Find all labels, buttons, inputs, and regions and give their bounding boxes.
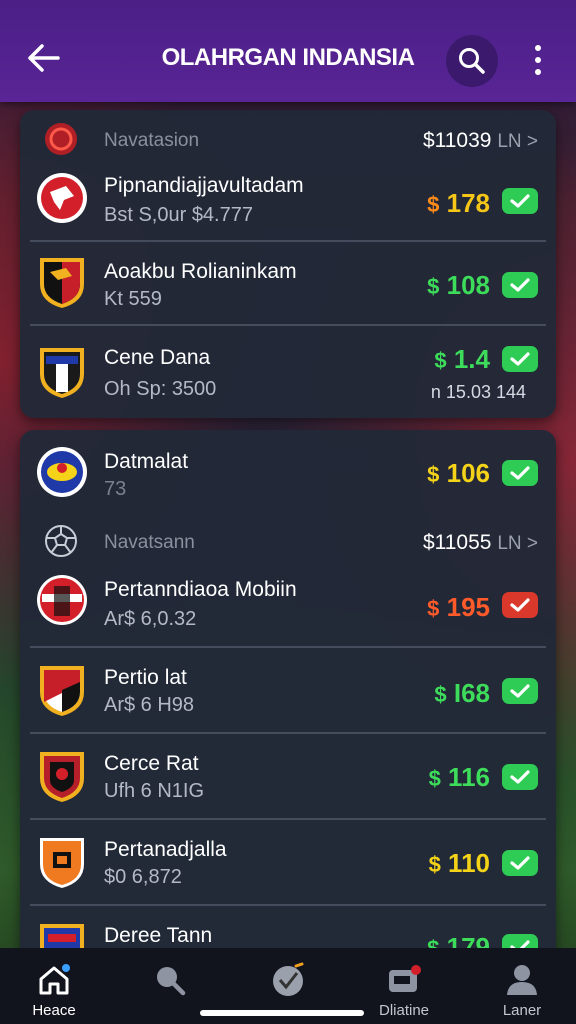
team-name: Pertanndiaoa Mobiin [104, 578, 297, 601]
more-dot-icon [535, 57, 541, 63]
home-indicator[interactable] [200, 1010, 364, 1016]
team-crest-icon [40, 258, 84, 308]
check-icon [510, 684, 530, 698]
nav-search[interactable] [130, 948, 210, 1024]
check-badge[interactable] [502, 188, 538, 214]
check-icon [510, 352, 530, 366]
nav-label: Dliatine [378, 1002, 430, 1019]
match-row[interactable]: Pipnandiajjavultadam Bst S,0ur $4.777 $ … [20, 162, 556, 242]
check-icon [510, 598, 530, 612]
match-detail: Ufh 6 N1IG [104, 780, 205, 802]
match-detail: 73 [104, 478, 127, 500]
match-detail: Ar$ 6,0.32 [104, 608, 197, 630]
matches-card-1: Navatasion $11039 LN > Pipnandiajjavulta… [20, 110, 556, 418]
team-name: Pertanadjalla [104, 838, 227, 861]
odds-value: $ I68 [434, 678, 490, 708]
check-badge[interactable] [502, 934, 538, 948]
check-badge[interactable] [502, 346, 538, 372]
match-row[interactable]: Cerce Rat Ufh 6 N1IG $ 116 [20, 734, 556, 820]
match-detail: Bst S,0ur $4.777 [104, 204, 253, 226]
odds-value: $ 108 [427, 270, 490, 300]
search-button[interactable] [446, 35, 498, 87]
app-header: OLAHRGAN INDANSIA [0, 0, 576, 102]
more-options-button[interactable] [522, 40, 554, 80]
odds-value: $ 110 [428, 848, 490, 878]
check-icon [510, 856, 530, 870]
section-badge-icon [45, 123, 77, 155]
cross-badge[interactable] [502, 592, 538, 618]
nav-profile[interactable]: Laner [482, 948, 562, 1024]
nav-home[interactable]: Heace [14, 948, 94, 1024]
section-label: Navatasion [104, 130, 200, 151]
soccer-ball-icon [45, 525, 77, 557]
odds-value: $ 106 [427, 458, 490, 488]
more-dot-icon [535, 69, 541, 75]
odds-value: $ 1.4 [434, 344, 490, 374]
check-icon [510, 770, 530, 784]
nav-label: Laner [502, 1002, 542, 1019]
odds-value: $ 116 [428, 762, 490, 792]
team-crest-icon [37, 173, 87, 223]
team-crest-icon [37, 575, 87, 625]
check-icon [510, 466, 530, 480]
check-badge[interactable] [502, 850, 538, 876]
match-row[interactable]: Aoakbu Rolianinkam Kt 559 $ 108 [20, 242, 556, 326]
ball-icon [273, 962, 304, 996]
matches-card-2: Datmalat 73 $ 106 Navatsann $11055 LN > … [20, 430, 556, 990]
team-name: Cerce Rat [104, 752, 199, 775]
team-crest-icon [40, 752, 84, 802]
section-total: $11039 LN > [422, 129, 538, 152]
team-crest-icon [40, 838, 84, 888]
match-detail: Ar$ 6 H98 [104, 694, 195, 716]
team-name: Deree Tann [104, 924, 213, 947]
check-badge[interactable] [502, 460, 538, 486]
check-icon [510, 194, 530, 208]
team-name: Datmalat [104, 450, 189, 473]
team-crest-icon [40, 666, 84, 716]
user-icon [507, 965, 537, 995]
match-detail: $0 6,872 [104, 866, 182, 888]
team-crest-icon [40, 924, 84, 948]
check-badge[interactable] [502, 678, 538, 704]
check-icon [510, 278, 530, 292]
match-detail: Oh Sp: 3500 [104, 378, 217, 400]
match-row[interactable]: Pertio lat Ar$ 6 H98 $ I68 [20, 648, 556, 734]
match-detail: Kt 559 [104, 288, 162, 310]
check-badge[interactable] [502, 764, 538, 790]
check-badge[interactable] [502, 272, 538, 298]
match-row[interactable]: Datmalat 73 $ 106 [20, 434, 556, 510]
team-name: Pertio lat [104, 666, 187, 689]
section-label: Navatsann [104, 532, 195, 553]
match-row[interactable]: Pertanndiaoa Mobiin Ar$ 6,0.32 $ 195 [20, 566, 556, 648]
search-icon [459, 48, 485, 74]
section-header[interactable]: Navatsann $11055 LN > [20, 514, 556, 566]
match-time: n 15.03 144 [430, 382, 526, 402]
nav-ticket[interactable]: Dliatine [364, 948, 444, 1024]
team-crest-icon [37, 447, 87, 497]
ticket-icon [389, 965, 421, 992]
nav-label: Heace [32, 1002, 76, 1019]
search-icon [157, 967, 186, 996]
match-row[interactable]: Pertanadjalla $0 6,872 $ 110 [20, 820, 556, 906]
odds-value: $ 179 [427, 932, 490, 948]
team-name: Aoakbu Rolianinkam [104, 260, 297, 283]
match-row[interactable]: Deree Tann $ 179 [20, 906, 556, 948]
section-total: $11055 LN > [422, 531, 538, 554]
team-name: Cene Dana [104, 346, 211, 369]
team-name: Pipnandiajjavultadam [104, 174, 304, 197]
check-icon [510, 940, 530, 948]
section-header[interactable]: Navatasion $11039 LN > [20, 112, 556, 164]
odds-value: $ 178 [427, 188, 490, 218]
home-icon [39, 964, 70, 995]
team-crest-icon [40, 348, 84, 398]
more-dot-icon [535, 45, 541, 51]
match-row[interactable]: Cene Dana Oh Sp: 3500 $ 1.4 n 15.03 144 [20, 326, 556, 418]
odds-value: $ 195 [427, 592, 490, 622]
